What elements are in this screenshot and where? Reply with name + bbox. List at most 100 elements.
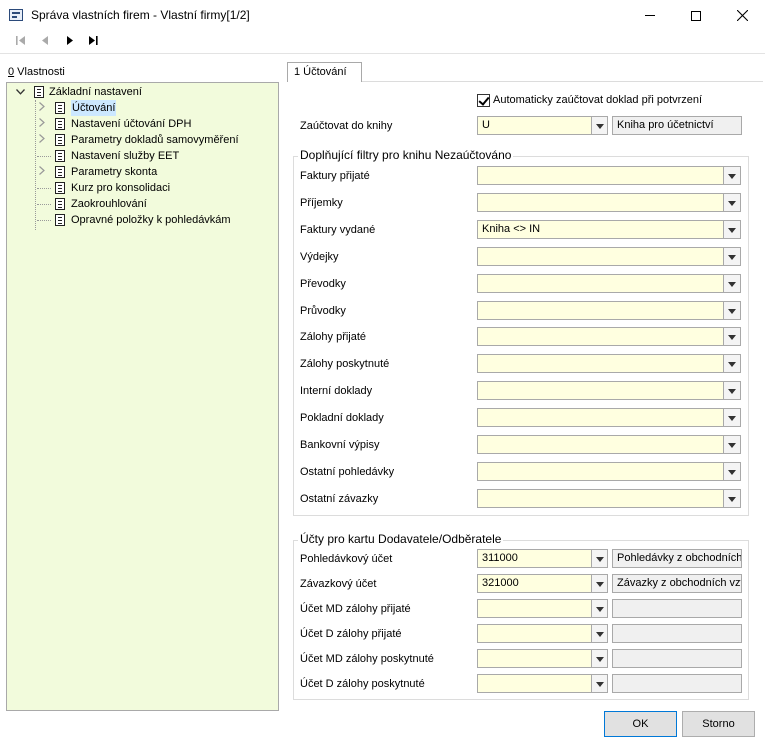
account-lookup-button[interactable] (591, 549, 608, 568)
filter-input[interactable] (477, 354, 723, 374)
filter-combo[interactable] (477, 381, 741, 401)
filter-input[interactable] (477, 166, 723, 185)
filter-input[interactable] (477, 246, 723, 266)
filter-label: Převodky (300, 277, 346, 290)
chevron-down-icon[interactable] (723, 327, 741, 347)
account-input[interactable]: 321000 (477, 574, 607, 593)
account-description (612, 674, 742, 693)
last-record-button[interactable] (85, 34, 101, 50)
chevron-down-icon[interactable] (723, 246, 741, 266)
account-input[interactable]: 311000 (477, 549, 607, 568)
chevron-down-icon[interactable] (723, 354, 741, 374)
chevron-down-icon[interactable] (723, 166, 741, 185)
maximize-button[interactable] (673, 0, 719, 31)
filter-input[interactable] (477, 381, 723, 401)
account-lookup-button[interactable] (591, 574, 608, 593)
tree-item-uctovani[interactable]: Účtování (37, 100, 237, 116)
filters-group-title: Doplňující filtry pro knihu Nezaúčtováno (298, 148, 514, 162)
first-record-icon (16, 36, 25, 45)
filter-input[interactable] (477, 435, 723, 454)
account-input[interactable] (477, 649, 607, 668)
chevron-down-icon[interactable] (723, 435, 741, 454)
chevron-down-icon[interactable] (723, 219, 741, 239)
chevron-down-icon[interactable] (723, 192, 741, 212)
filter-combo[interactable] (477, 354, 741, 374)
tree-item-skonto[interactable]: Parametry skonta (37, 164, 257, 180)
account-lookup-button[interactable] (591, 649, 608, 668)
filter-combo[interactable] (477, 246, 741, 266)
account-lookup-button[interactable] (591, 599, 608, 618)
chevron-down-icon[interactable] (723, 300, 741, 320)
chevron-down-icon[interactable] (723, 408, 741, 428)
app-icon (9, 9, 23, 21)
account-label: Závazkový účet (300, 578, 377, 590)
tree-item-konsolidace[interactable]: Kurz pro konsolidaci (37, 180, 257, 196)
filter-combo[interactable] (477, 435, 741, 454)
filter-input[interactable]: Kniha <> IN (477, 219, 723, 239)
tab-uctovani[interactable]: 1 Účtování (287, 62, 362, 82)
filter-input[interactable] (477, 192, 723, 212)
tree-item-zaokrouhlovani[interactable]: Zaokrouhlování (37, 196, 257, 212)
book-description: Kniha pro účetnictví (612, 116, 742, 135)
filter-combo[interactable] (477, 327, 741, 347)
book-input[interactable]: U (477, 116, 607, 135)
book-label: Zaúčtovat do knihy (300, 120, 393, 132)
tree-item-opravne-polozky[interactable]: Opravné položky k pohledávkám (37, 212, 272, 228)
expand-arrow-icon[interactable] (37, 132, 47, 148)
book-lookup-button[interactable] (591, 116, 608, 135)
last-record-icon (89, 36, 98, 45)
ok-button[interactable]: OK (604, 711, 677, 737)
toolbar-separator (0, 53, 765, 54)
chevron-down-icon[interactable] (723, 381, 741, 401)
account-input[interactable] (477, 624, 607, 643)
tree-item-eet[interactable]: Nastavení služby EET (37, 148, 257, 164)
auto-post-checkbox[interactable] (477, 94, 490, 107)
accounts-group-title: Účty pro kartu Dodavatele/Odběratele (298, 532, 504, 546)
previous-record-button[interactable] (37, 34, 53, 50)
account-lookup-button[interactable] (591, 674, 608, 693)
account-input[interactable] (477, 599, 607, 618)
cancel-button[interactable]: Storno (682, 711, 755, 737)
filter-combo[interactable] (477, 192, 741, 212)
filter-input[interactable] (477, 461, 723, 481)
account-description (612, 649, 742, 668)
next-record-button[interactable] (62, 34, 78, 50)
tree-item-samovymereni[interactable]: Parametry dokladů samovyměření (37, 132, 272, 148)
account-input[interactable] (477, 674, 607, 693)
filter-input[interactable] (477, 488, 723, 508)
filter-combo[interactable]: Kniha <> IN (477, 219, 741, 239)
expand-arrow-icon[interactable] (37, 164, 47, 180)
filter-combo[interactable] (477, 300, 741, 320)
filter-combo[interactable] (477, 408, 741, 428)
document-icon (55, 198, 65, 210)
account-description: Závazky z obchodních vztahů (612, 574, 742, 593)
document-icon (34, 86, 44, 98)
tree-item-dph[interactable]: Nastavení účtování DPH (37, 116, 257, 132)
filter-combo[interactable] (477, 488, 741, 508)
close-button[interactable] (719, 0, 765, 31)
properties-label: 0 Vlastnosti (8, 66, 65, 78)
maximize-icon (691, 10, 701, 21)
auto-post-label: Automaticky zaúčtovat doklad při potvrze… (493, 94, 703, 106)
filter-combo[interactable] (477, 461, 741, 481)
filter-input[interactable] (477, 273, 723, 293)
chevron-down-icon[interactable] (723, 488, 741, 508)
first-record-button[interactable] (13, 34, 29, 50)
chevron-down-icon[interactable] (723, 273, 741, 293)
filter-combo[interactable] (477, 166, 741, 185)
minimize-button[interactable] (627, 0, 673, 31)
filter-input[interactable] (477, 300, 723, 320)
account-label: Účet MD zálohy poskytnuté (300, 653, 434, 665)
document-icon (55, 102, 65, 114)
filter-input[interactable] (477, 327, 723, 347)
chevron-down-icon[interactable] (723, 461, 741, 481)
properties-label-text: Vlastnosti (14, 66, 65, 78)
collapse-arrow-icon[interactable] (15, 84, 25, 100)
expand-arrow-icon[interactable] (37, 116, 47, 132)
account-lookup-button[interactable] (591, 624, 608, 643)
filter-input[interactable] (477, 408, 723, 428)
expand-arrow-icon[interactable] (37, 100, 47, 116)
filter-combo[interactable] (477, 273, 741, 293)
properties-tree[interactable]: Základní nastavení Účtování Nastavení úč… (6, 82, 279, 711)
tree-item-label: Parametry dokladů samovyměření (71, 134, 239, 146)
